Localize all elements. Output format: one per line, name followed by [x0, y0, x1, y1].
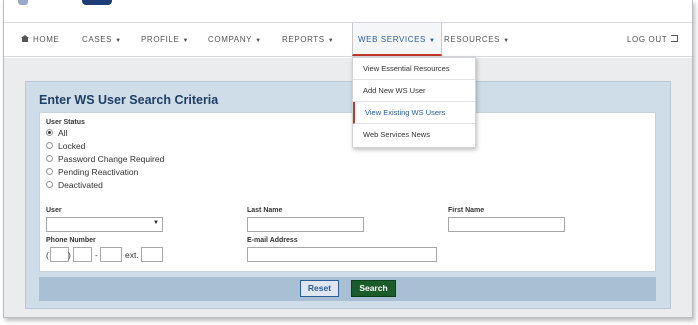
chevron-down-icon: ▼ [428, 38, 436, 44]
status-option-label: Locked [58, 141, 86, 151]
email-input[interactable] [247, 247, 437, 262]
button-bar: Reset Search [39, 277, 656, 301]
chevron-down-icon: ▼ [182, 38, 189, 44]
nav-resources-label: RESOURCES [444, 35, 501, 44]
menu-item-view-essential-resources[interactable]: View Essential Resources [353, 58, 475, 80]
phone-line-input[interactable] [100, 247, 122, 262]
nav-home[interactable]: HOME [21, 23, 59, 56]
chevron-down-icon: ▼ [115, 38, 122, 44]
user-select[interactable]: ▼ [46, 217, 163, 232]
nav-resources[interactable]: RESOURCES ▼ [444, 23, 510, 56]
status-option-label: All [58, 128, 68, 138]
user-label: User [46, 207, 62, 214]
status-option-label: Pending Reactivation [58, 167, 139, 177]
nav-web-services[interactable]: WEB SERVICES ▼ [352, 23, 442, 56]
chevron-down-icon: ▼ [153, 220, 159, 226]
panel-title: Enter WS User Search Criteria [39, 93, 219, 107]
chevron-down-icon: ▼ [503, 38, 510, 44]
phone-ext-label: ext. [125, 250, 139, 260]
phone-open-paren: ( [46, 250, 49, 260]
nav-profile-label: PROFILE [141, 35, 180, 44]
nav-logout-label: LOG OUT [627, 35, 668, 44]
browser-frame: HOME CASES ▼ PROFILE ▼ COMPANY ▼ REPORTS ▼ W… [3, 0, 693, 318]
last-name-input[interactable] [247, 217, 364, 232]
nav-company[interactable]: COMPANY ▼ [208, 23, 262, 56]
site-logo[interactable] [18, 0, 114, 6]
radio-icon[interactable] [46, 142, 53, 150]
search-form: User Status All Locked Password Change R… [39, 112, 656, 272]
status-option-pending-reactivation[interactable]: Pending Reactivation [46, 167, 138, 178]
nav-profile[interactable]: PROFILE ▼ [141, 23, 189, 56]
phone-label: Phone Number [46, 237, 96, 244]
first-name-label: First Name [448, 207, 485, 214]
home-icon [21, 35, 29, 42]
nav-web-services-label: WEB SERVICES [358, 35, 426, 44]
chevron-down-icon: ▼ [327, 38, 335, 44]
nav-logout[interactable]: LOG OUT [627, 23, 679, 56]
first-name-input[interactable] [448, 217, 565, 232]
phone-area-code-input[interactable] [50, 247, 69, 262]
status-option-deactivated[interactable]: Deactivated [46, 180, 103, 191]
radio-icon[interactable] [46, 168, 53, 176]
nav-reports-label: REPORTS [282, 35, 325, 44]
phone-prefix-input[interactable] [73, 247, 92, 262]
reset-button[interactable]: Reset [300, 280, 339, 297]
email-label: E-mail Address [247, 237, 298, 244]
search-button[interactable]: Search [351, 280, 396, 297]
status-option-password-change[interactable]: Password Change Required [46, 154, 164, 165]
search-criteria-panel: Enter WS User Search Criteria User Statu… [25, 81, 671, 309]
last-name-label: Last Name [247, 207, 283, 214]
content-area: Enter WS User Search Criteria User Statu… [4, 58, 692, 317]
radio-icon[interactable] [46, 181, 53, 189]
status-option-label: Deactivated [58, 180, 103, 190]
nav-home-label: HOME [33, 35, 60, 44]
radio-icon[interactable] [46, 155, 53, 163]
menu-item-web-services-news[interactable]: Web Services News [353, 124, 475, 146]
menu-item-view-existing-ws-users[interactable]: View Existing WS Users [353, 102, 475, 124]
phone-close-paren: ) [68, 250, 71, 260]
chevron-down-icon: ▼ [255, 38, 262, 44]
main-navbar: HOME CASES ▼ PROFILE ▼ COMPANY ▼ REPORTS ▼ W… [4, 22, 692, 57]
phone-dash: - [95, 250, 98, 260]
web-services-dropdown-menu: View Essential Resources Add New WS User… [352, 57, 476, 148]
user-status-label: User Status [46, 119, 85, 126]
nav-reports[interactable]: REPORTS ▼ [282, 23, 334, 56]
logo-strip [4, 0, 692, 22]
logout-icon [671, 35, 679, 42]
nav-company-label: COMPANY [208, 35, 253, 44]
menu-item-add-new-ws-user[interactable]: Add New WS User [353, 80, 475, 102]
status-option-locked[interactable]: Locked [46, 141, 85, 152]
phone-ext-input[interactable] [141, 247, 163, 262]
radio-icon[interactable] [46, 129, 53, 137]
status-option-label: Password Change Required [58, 154, 165, 164]
status-option-all[interactable]: All [46, 128, 67, 139]
nav-cases[interactable]: CASES ▼ [82, 23, 122, 56]
nav-cases-label: CASES [82, 35, 113, 44]
